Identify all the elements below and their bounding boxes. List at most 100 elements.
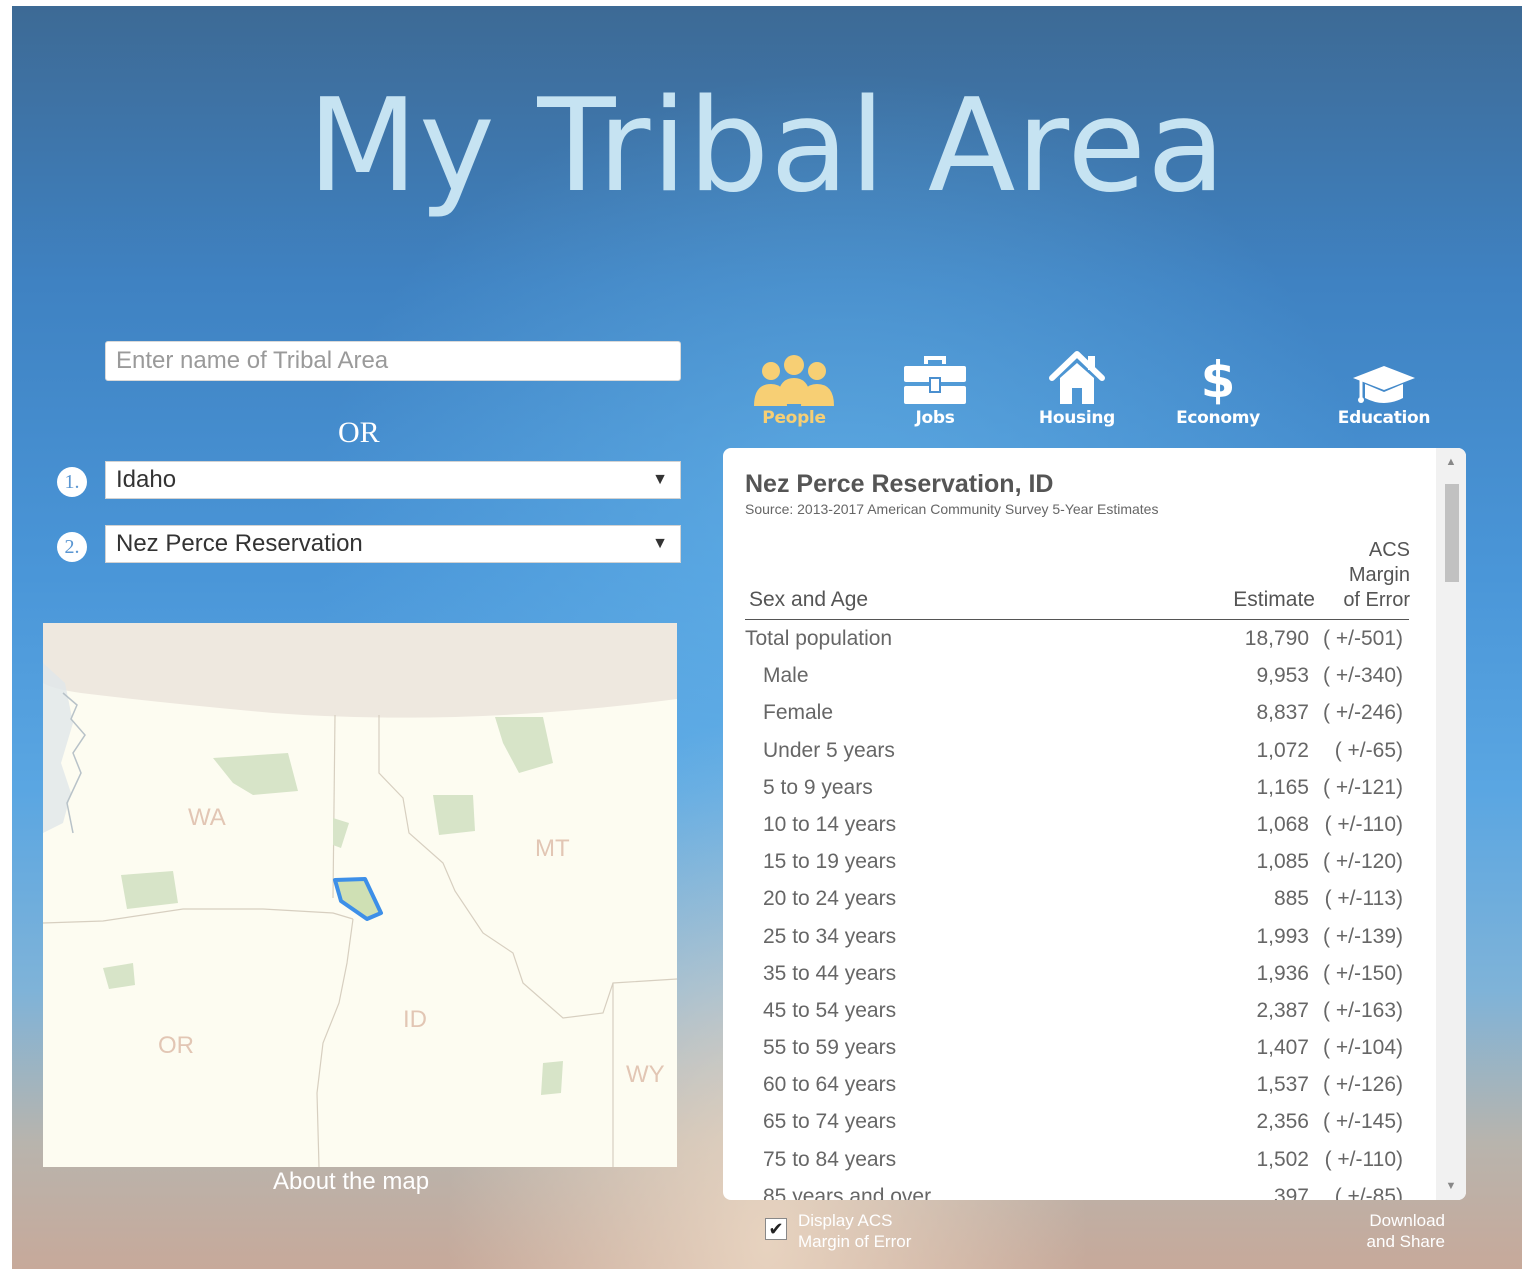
tab-housing[interactable]: Housing <box>1022 344 1132 428</box>
or-label: OR <box>338 416 380 449</box>
row-estimate: 1,072 <box>1256 738 1309 762</box>
canada-region <box>43 623 677 718</box>
column-header-label: Sex and Age <box>749 588 869 611</box>
table-row: 10 to 14 years 1,068 ( +/-110) <box>723 807 1423 844</box>
row-label: 75 to 84 years <box>763 1147 897 1171</box>
row-label: 25 to 34 years <box>763 924 897 948</box>
scrollbar-thumb[interactable] <box>1445 484 1459 582</box>
row-estimate: 1,993 <box>1256 924 1309 948</box>
map-label-id: ID <box>403 1006 427 1033</box>
panel-scrollbar[interactable]: ▲ ▼ <box>1436 448 1466 1200</box>
display-moe-checkbox[interactable]: ✔ <box>765 1218 787 1240</box>
column-header-estimate: Estimate <box>1233 588 1315 611</box>
row-estimate: 18,790 <box>1244 627 1309 650</box>
row-moe: ( +/-121) <box>1323 775 1403 799</box>
table-row: 25 to 34 years 1,993 ( +/-139) <box>723 919 1423 956</box>
reservation-colville <box>213 753 298 795</box>
row-label: 45 to 54 years <box>763 998 897 1022</box>
display-moe-label-line1: Display ACS <box>798 1211 893 1230</box>
row-estimate: 885 <box>1273 887 1309 911</box>
table-row: Total population 18,790 ( +/-501) <box>723 621 1423 658</box>
row-label: Under 5 years <box>763 738 895 762</box>
tab-jobs-label: Jobs <box>915 408 955 428</box>
row-moe: ( +/-110) <box>1324 1147 1403 1171</box>
briefcase-icon <box>880 344 990 406</box>
tab-people-label: People <box>762 408 826 428</box>
tab-housing-label: Housing <box>1038 408 1116 428</box>
table-row: 85 years and over 397 ( +/-85) <box>723 1179 1423 1200</box>
row-moe: ( +/-150) <box>1323 961 1403 985</box>
table-row: 15 to 19 years 1,085 ( +/-120) <box>723 844 1423 881</box>
display-moe-label-line2: Margin of Error <box>798 1232 912 1251</box>
row-moe: ( +/-120) <box>1323 850 1403 874</box>
row-estimate: 397 <box>1273 1184 1309 1200</box>
column-header-moe-line3: of Error <box>1343 589 1410 611</box>
row-estimate: 9,953 <box>1256 664 1309 688</box>
row-estimate: 1,502 <box>1256 1147 1309 1171</box>
row-moe: ( +/-139) <box>1323 924 1403 948</box>
row-label: Female <box>763 701 834 725</box>
table-row: 65 to 74 years 2,356 ( +/-145) <box>723 1104 1423 1141</box>
row-moe: ( +/-104) <box>1323 1036 1403 1060</box>
border-wa-id <box>332 714 336 899</box>
page-title: My Tribal Area <box>307 72 1227 221</box>
reservation-duck-valley <box>541 1061 563 1095</box>
map-label-wy: WY <box>626 1061 665 1088</box>
column-header-moe-line2: Margin <box>1348 564 1410 586</box>
table-row: 60 to 64 years 1,537 ( +/-126) <box>723 1067 1423 1104</box>
panel-source: Source: 2013-2017 American Community Sur… <box>745 501 1159 517</box>
map[interactable]: WA MT OR ID WY <box>43 623 677 1167</box>
row-label: 5 to 9 years <box>763 775 873 799</box>
row-moe: ( +/-85) <box>1334 1184 1403 1200</box>
download-and-share-link[interactable]: Download and Share <box>1367 1210 1445 1252</box>
scroll-down-icon[interactable]: ▼ <box>1436 1180 1466 1192</box>
state-select[interactable]: Idaho ▼ <box>105 461 681 499</box>
tab-jobs[interactable]: Jobs <box>880 344 990 428</box>
row-label: Total population <box>745 627 893 650</box>
table-row: 20 to 24 years 885 ( +/-113) <box>723 881 1423 918</box>
row-estimate: 1,407 <box>1256 1036 1309 1060</box>
reservation-flathead <box>433 795 475 835</box>
reservation-blackfeet <box>495 717 553 773</box>
row-estimate: 1,068 <box>1256 812 1309 836</box>
data-panel[interactable]: Nez Perce Reservation, ID Source: 2013-2… <box>723 448 1466 1200</box>
tab-education-label: Education <box>1337 408 1431 428</box>
panel-title: Nez Perce Reservation, ID <box>745 470 1054 498</box>
dollar-icon: $ <box>1200 351 1236 409</box>
border-wa-or <box>43 908 354 924</box>
scroll-up-icon[interactable]: ▲ <box>1436 456 1466 468</box>
chevron-down-icon: ▼ <box>652 535 668 552</box>
step-1-badge: 1. <box>57 467 87 497</box>
state-select-value: Idaho <box>116 466 177 493</box>
row-label: Male <box>763 664 809 688</box>
table-row: 45 to 54 years 2,387 ( +/-163) <box>723 993 1423 1030</box>
row-estimate: 2,387 <box>1256 998 1309 1022</box>
row-label: 65 to 74 years <box>763 1110 897 1134</box>
row-label: 60 to 64 years <box>763 1073 897 1097</box>
row-moe: ( +/-246) <box>1323 701 1403 725</box>
download-label-line1: Download <box>1369 1211 1445 1230</box>
row-moe: ( +/-110) <box>1324 812 1403 836</box>
row-estimate: 2,356 <box>1256 1110 1309 1134</box>
row-label: 15 to 19 years <box>763 850 897 874</box>
row-moe: ( +/-163) <box>1323 998 1403 1022</box>
tab-education[interactable]: Education <box>1329 344 1439 428</box>
row-moe: ( +/-113) <box>1324 887 1403 911</box>
border-or-id <box>316 918 354 1167</box>
tab-people[interactable]: People <box>739 344 849 428</box>
reservation-yakama <box>121 871 178 909</box>
row-label: 85 years and over <box>763 1184 932 1200</box>
column-header-moe-line1: ACS <box>1368 539 1410 561</box>
table-row: Female 8,837 ( +/-246) <box>723 695 1423 732</box>
tab-economy[interactable]: $ Economy <box>1163 344 1273 428</box>
people-icon <box>739 344 849 406</box>
row-moe: ( +/-65) <box>1334 738 1403 762</box>
row-estimate: 1,085 <box>1256 850 1309 874</box>
about-the-map-link[interactable]: About the map <box>273 1168 429 1196</box>
tribal-area-select[interactable]: Nez Perce Reservation ▼ <box>105 525 681 563</box>
map-label-mt: MT <box>535 835 570 862</box>
step-2-badge: 2. <box>57 532 87 562</box>
row-estimate: 1,165 <box>1256 775 1309 799</box>
search-input[interactable] <box>105 341 681 381</box>
map-label-wa: WA <box>188 804 226 831</box>
